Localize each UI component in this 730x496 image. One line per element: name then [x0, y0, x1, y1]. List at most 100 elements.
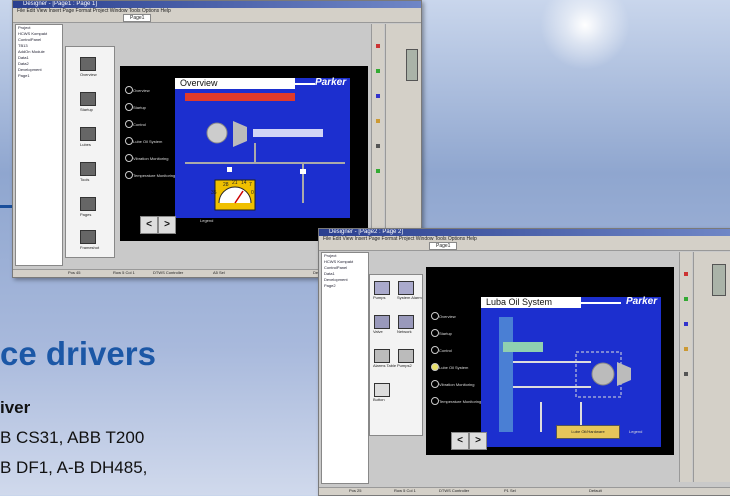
tool-icon[interactable]	[684, 372, 688, 376]
next-page-button[interactable]: >	[469, 432, 487, 450]
lube-oil-hardware-button[interactable]: Lube Oil/Hardware	[556, 425, 620, 439]
palette-label: Startup	[80, 107, 93, 112]
status-text: Row 5 Col 1	[394, 488, 416, 493]
palette-label: Overview	[80, 72, 97, 77]
menu-dot-icon	[431, 312, 439, 320]
toolbar[interactable]: Page1	[319, 242, 730, 251]
project-tree[interactable]: Project HCWS Kompakt ControlPanel Data1 …	[321, 252, 369, 484]
palette-icon[interactable]	[80, 197, 96, 211]
palette-icon[interactable]	[80, 230, 96, 244]
hmi-canvas[interactable]: Overview Startup Control Lube Oil System…	[120, 66, 368, 241]
hmi-menu-item[interactable]: Overview	[133, 88, 150, 93]
palette-label: Frameshot	[80, 245, 100, 250]
tool-icon[interactable]	[684, 297, 688, 301]
palette-label: Button	[373, 397, 385, 402]
next-page-button[interactable]: >	[158, 216, 176, 234]
palette-icon[interactable]	[80, 127, 96, 141]
status-text: DTWS Controller	[153, 270, 184, 275]
palette-label: Alarms Table	[373, 363, 397, 368]
hmi-menu-item[interactable]: Vibration Monitoring	[439, 382, 475, 387]
prev-page-button[interactable]: <	[451, 432, 469, 450]
hmi-title-bar: Luba Oil System	[481, 297, 581, 308]
palette-icon[interactable]	[374, 281, 390, 295]
hmi-menu-item[interactable]: Startup	[133, 105, 146, 110]
brand-logo: Parker	[315, 77, 347, 88]
gauge-tick: 7	[249, 182, 252, 188]
motor-icon	[591, 362, 615, 386]
hmi-menu-item[interactable]: Lube Oil System	[439, 365, 468, 370]
hmi-menu-item[interactable]: Control	[439, 348, 452, 353]
compressor-icon	[233, 121, 247, 147]
hmi-menu-item[interactable]: Temperature Monitoring	[439, 399, 481, 404]
tools-sidebar[interactable]	[679, 252, 692, 482]
hmi-canvas[interactable]: Overview Startup Control Lube Oil System…	[426, 267, 674, 455]
legend-label: Legend	[629, 429, 643, 434]
status-text: DTWS Controller	[439, 488, 470, 493]
gauge-tick: 35	[211, 190, 217, 196]
status-text: Default	[589, 488, 602, 493]
status-bar: Pos 25 Row 5 Col 1 DTWS Controller P1 Se…	[319, 487, 730, 495]
tool-icon[interactable]	[376, 119, 380, 123]
tool-icon[interactable]	[376, 94, 380, 98]
process-diagram	[185, 121, 345, 211]
palette-label: Tools	[80, 177, 90, 182]
palette-icon[interactable]	[398, 315, 414, 329]
slide-line-2: B DF1, A-B DH485,	[0, 458, 148, 477]
palette-icon[interactable]	[398, 349, 414, 363]
tool-icon[interactable]	[684, 322, 688, 326]
tree-node[interactable]: Page2	[322, 283, 368, 289]
menu-dot-icon	[125, 171, 133, 179]
palette-icon[interactable]	[80, 92, 96, 106]
menu-dot-icon	[431, 380, 439, 388]
tool-icon[interactable]	[376, 69, 380, 73]
title-rule	[295, 83, 315, 85]
prev-page-button[interactable]: <	[140, 216, 158, 234]
status-text: Pos 25	[349, 488, 362, 493]
object-palette[interactable]: Overview Startup Lubes Tools Pages Frame…	[65, 46, 115, 258]
hmi-menu-item[interactable]: Overview	[439, 314, 456, 319]
gauge-tick: 28	[223, 182, 229, 188]
palette-icon[interactable]	[374, 383, 390, 397]
palette-icon[interactable]	[374, 349, 390, 363]
module-panel[interactable]	[693, 252, 730, 482]
hmi-menu-item[interactable]: Lube Oil System	[133, 139, 162, 144]
palette-label: Lubes	[80, 142, 91, 147]
project-tree[interactable]: Project HCWS Kompakt ControlPanel TB13 A…	[15, 24, 63, 266]
tool-icon[interactable]	[376, 144, 380, 148]
page-combo[interactable]: Page1	[123, 14, 152, 22]
menu-dot-icon	[431, 329, 439, 337]
compressor-icon	[617, 362, 631, 386]
hmi-menu-item[interactable]: Vibration Monitoring	[133, 156, 169, 161]
gauge-tick: 21	[232, 180, 238, 186]
menu-dot-icon	[125, 86, 133, 94]
device-module-icon[interactable]	[712, 264, 726, 296]
palette-label: Pumps	[373, 295, 386, 300]
hmi-title: Overview	[180, 78, 218, 88]
hmi-panel: Luba Oil System Parker Lube Oil/Hardware…	[481, 296, 661, 447]
slide-subheading: iver	[0, 398, 31, 417]
menu-dot-icon	[431, 346, 439, 354]
object-palette[interactable]: Pumps System Alarm Valve Network Alarms …	[369, 274, 423, 436]
hmi-menu-item[interactable]: Startup	[439, 331, 452, 336]
tree-node[interactable]: Page1	[16, 73, 62, 79]
hmi-menu-item[interactable]: Control	[133, 122, 146, 127]
palette-label: Pages	[80, 212, 92, 217]
palette-label: Valve	[373, 329, 383, 334]
device-module-icon[interactable]	[406, 49, 418, 81]
tool-icon[interactable]	[684, 272, 688, 276]
palette-icon[interactable]	[398, 281, 414, 295]
pump-icon	[503, 342, 543, 352]
palette-icon[interactable]	[80, 162, 96, 176]
toolbar[interactable]: Page1	[13, 14, 421, 23]
page-combo[interactable]: Page1	[429, 242, 458, 250]
tool-icon[interactable]	[376, 169, 380, 173]
palette-icon[interactable]	[80, 57, 96, 71]
window-titlebar: Designer - [Page1 : Page 1]	[13, 1, 421, 8]
alarm-bar	[185, 93, 295, 101]
palette-icon[interactable]	[374, 315, 390, 329]
status-text: Row 5 Col 1	[113, 270, 135, 275]
hmi-menu-item[interactable]: Temperature Monitoring	[133, 173, 175, 178]
tool-icon[interactable]	[684, 347, 688, 351]
tool-icon[interactable]	[376, 44, 380, 48]
window-titlebar: Designer - [Page2 : Page 2]	[319, 229, 730, 236]
